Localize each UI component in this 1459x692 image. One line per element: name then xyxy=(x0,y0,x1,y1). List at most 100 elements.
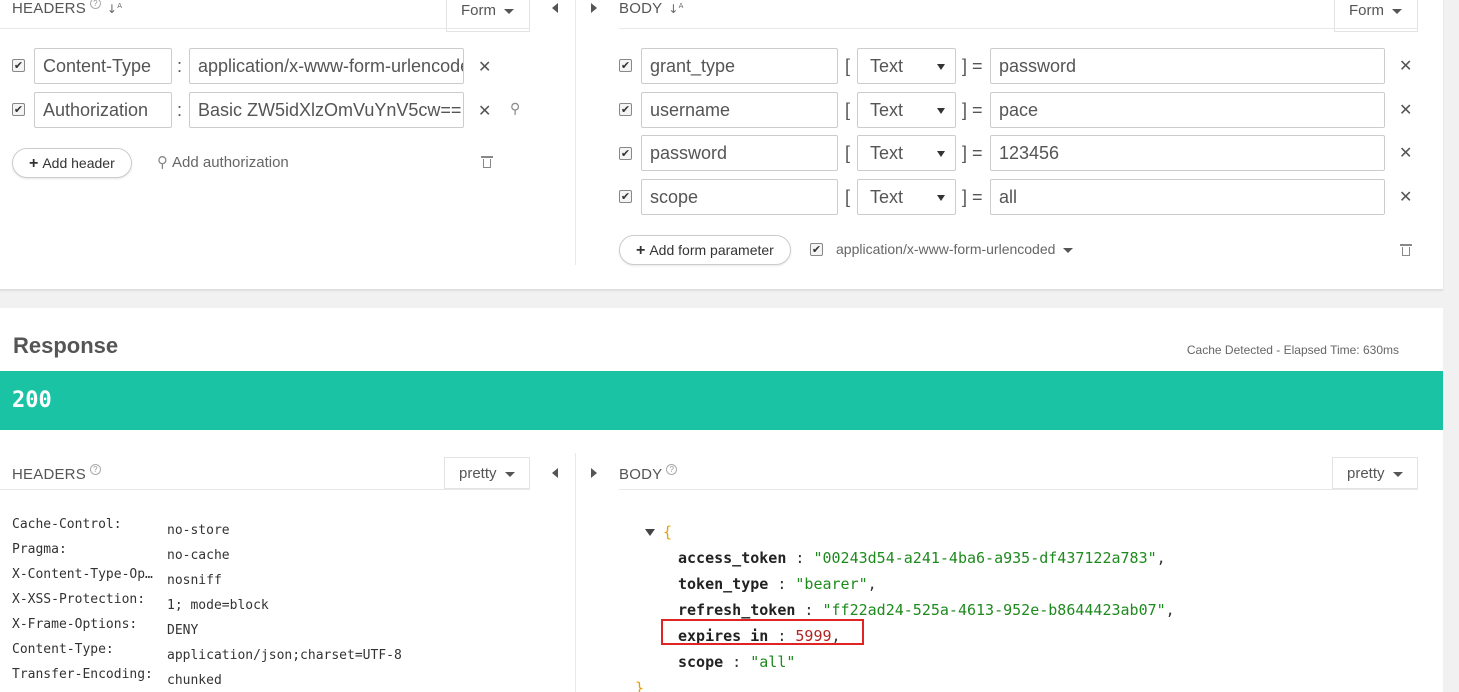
request-panel: HEADERS? ↓A Form ✔ Content-Type : applica… xyxy=(0,0,1443,290)
chevron-down-icon xyxy=(1392,471,1403,477)
content-type-dropdown[interactable]: application/x-www-form-urlencoded xyxy=(836,239,1074,259)
header-row: Cache-Control: no-store xyxy=(12,516,402,541)
remove-header-icon[interactable]: ✕ xyxy=(478,93,491,129)
param-type-label: Text xyxy=(870,187,904,207)
param-key-field[interactable]: grant_type xyxy=(641,48,838,84)
param-key-field[interactable]: password xyxy=(641,135,838,171)
param-value-field[interactable]: pace xyxy=(990,92,1385,128)
param-type-select[interactable]: Text xyxy=(857,135,956,171)
trash-icon[interactable] xyxy=(481,156,493,168)
header-key: X-Content-Type-Op… xyxy=(12,567,153,582)
chevron-down-icon xyxy=(937,195,945,201)
trash-icon[interactable] xyxy=(1400,244,1412,256)
param-enabled-checkbox[interactable]: ✔ xyxy=(619,59,632,72)
json-open-brace: { xyxy=(663,523,673,541)
param-value-field[interactable]: all xyxy=(990,179,1385,215)
request-headers-label: HEADERS xyxy=(12,0,86,17)
request-body-title: BODY ↓A xyxy=(619,0,684,17)
help-icon[interactable]: ? xyxy=(666,464,678,475)
sort-arrow-glyph: ↓ xyxy=(106,2,118,16)
header-row: X-Frame-Options: DENY xyxy=(12,616,402,641)
param-value-field[interactable]: password xyxy=(990,48,1385,84)
header-value: chunked xyxy=(167,673,222,688)
param-enabled-checkbox[interactable]: ✔ xyxy=(619,147,632,160)
param-enabled-checkbox[interactable]: ✔ xyxy=(619,190,632,203)
param-type-select[interactable]: Text xyxy=(857,48,956,84)
status-bar: 200 xyxy=(0,371,1443,430)
chevron-down-icon xyxy=(1392,8,1402,14)
request-headers-mode-label: Form xyxy=(461,2,496,19)
header-key: X-Frame-Options: xyxy=(12,617,138,632)
param-type-label: Text xyxy=(870,56,904,76)
json-key: refresh_token xyxy=(678,601,796,619)
add-header-button[interactable]: + Add header xyxy=(12,148,132,178)
chevron-down-icon xyxy=(504,471,515,477)
highlight-box xyxy=(661,619,864,645)
remove-param-icon[interactable]: ✕ xyxy=(1399,179,1412,215)
remove-header-icon[interactable]: ✕ xyxy=(478,49,491,85)
key-icon[interactable]: ⚲ xyxy=(510,91,520,127)
remove-param-icon[interactable]: ✕ xyxy=(1399,135,1412,171)
response-headers-format-dropdown[interactable]: pretty xyxy=(444,457,530,489)
divider xyxy=(619,489,1418,490)
json-value: "bearer" xyxy=(795,575,868,593)
colon-separator: : xyxy=(177,100,183,120)
request-body-label: BODY xyxy=(619,0,663,17)
header-row: Transfer-Encoding: chunked xyxy=(12,666,402,691)
json-close-line: } xyxy=(620,677,1175,692)
param-type-select[interactable]: Text xyxy=(857,92,956,128)
sort-sup-glyph: A xyxy=(678,2,684,10)
param-key-field[interactable]: scope xyxy=(641,179,838,215)
param-value-field[interactable]: 123456 xyxy=(990,135,1385,171)
header-key: Pragma: xyxy=(12,542,67,557)
response-json-body: { access_token : "00243d54-a241-4ba6-a93… xyxy=(620,521,1175,692)
param-type-select[interactable]: Text xyxy=(857,179,956,215)
bracket-open: [ xyxy=(845,100,851,120)
header-key: Cache-Control: xyxy=(12,517,122,532)
help-icon[interactable]: ? xyxy=(89,0,101,9)
header-key: Transfer-Encoding: xyxy=(12,667,153,682)
help-icon[interactable]: ? xyxy=(89,464,101,475)
elapsed-time: Cache Detected - Elapsed Time: 630ms xyxy=(1186,343,1399,357)
panel-splitter[interactable] xyxy=(575,453,576,692)
bracket-open: [ xyxy=(845,56,851,76)
colon-separator: : xyxy=(177,56,183,76)
header-value-field[interactable]: application/x-www-form-urlencoded xyxy=(189,48,464,84)
sort-icon[interactable]: ↓A xyxy=(668,2,683,16)
param-key-field[interactable]: username xyxy=(641,92,838,128)
json-open-line: { xyxy=(620,521,1175,547)
bracket-open: [ xyxy=(845,143,851,163)
divider xyxy=(0,489,530,490)
response-body-title: BODY? xyxy=(619,464,678,483)
collapse-left-icon[interactable] xyxy=(552,3,558,13)
add-form-parameter-button[interactable]: + Add form parameter xyxy=(619,235,791,265)
param-enabled-checkbox[interactable]: ✔ xyxy=(619,103,632,116)
chevron-down-icon xyxy=(937,151,945,157)
remove-param-icon[interactable]: ✕ xyxy=(1399,48,1412,84)
response-title: Response xyxy=(13,333,119,358)
collapse-triangle-icon[interactable] xyxy=(645,529,655,536)
divider xyxy=(0,28,530,29)
header-value-field[interactable]: Basic ZW5idXlzOmVuYnV5cw== xyxy=(189,92,464,128)
sort-icon[interactable]: ↓A xyxy=(107,2,122,16)
chevron-down-icon xyxy=(937,108,945,114)
header-enabled-checkbox[interactable]: ✔ xyxy=(12,103,25,116)
response-body-label: BODY xyxy=(619,466,663,483)
response-body-format-dropdown[interactable]: pretty xyxy=(1332,457,1418,489)
header-key-field[interactable]: Authorization xyxy=(34,92,172,128)
collapse-right-icon[interactable] xyxy=(591,468,597,478)
json-close-brace: } xyxy=(635,679,645,692)
header-row: X-Content-Type-Op… nosniff xyxy=(12,566,402,591)
content-type-checkbox[interactable]: ✔ xyxy=(810,243,823,256)
response-headers-list: Cache-Control: no-store Pragma: no-cache X… xyxy=(12,516,402,691)
param-type-label: Text xyxy=(870,143,904,163)
json-value: "00243d54-a241-4ba6-a935-df437122a783" xyxy=(813,549,1157,567)
json-value: "ff22ad24-525a-4613-952e-b8644423ab07" xyxy=(822,601,1166,619)
panel-splitter[interactable] xyxy=(575,0,576,265)
header-enabled-checkbox[interactable]: ✔ xyxy=(12,59,25,72)
remove-param-icon[interactable]: ✕ xyxy=(1399,92,1412,128)
header-key-field[interactable]: Content-Type xyxy=(34,48,172,84)
collapse-right-icon[interactable] xyxy=(591,3,597,13)
collapse-left-icon[interactable] xyxy=(552,468,558,478)
add-authorization-link[interactable]: ⚲ Add authorization xyxy=(157,152,289,173)
